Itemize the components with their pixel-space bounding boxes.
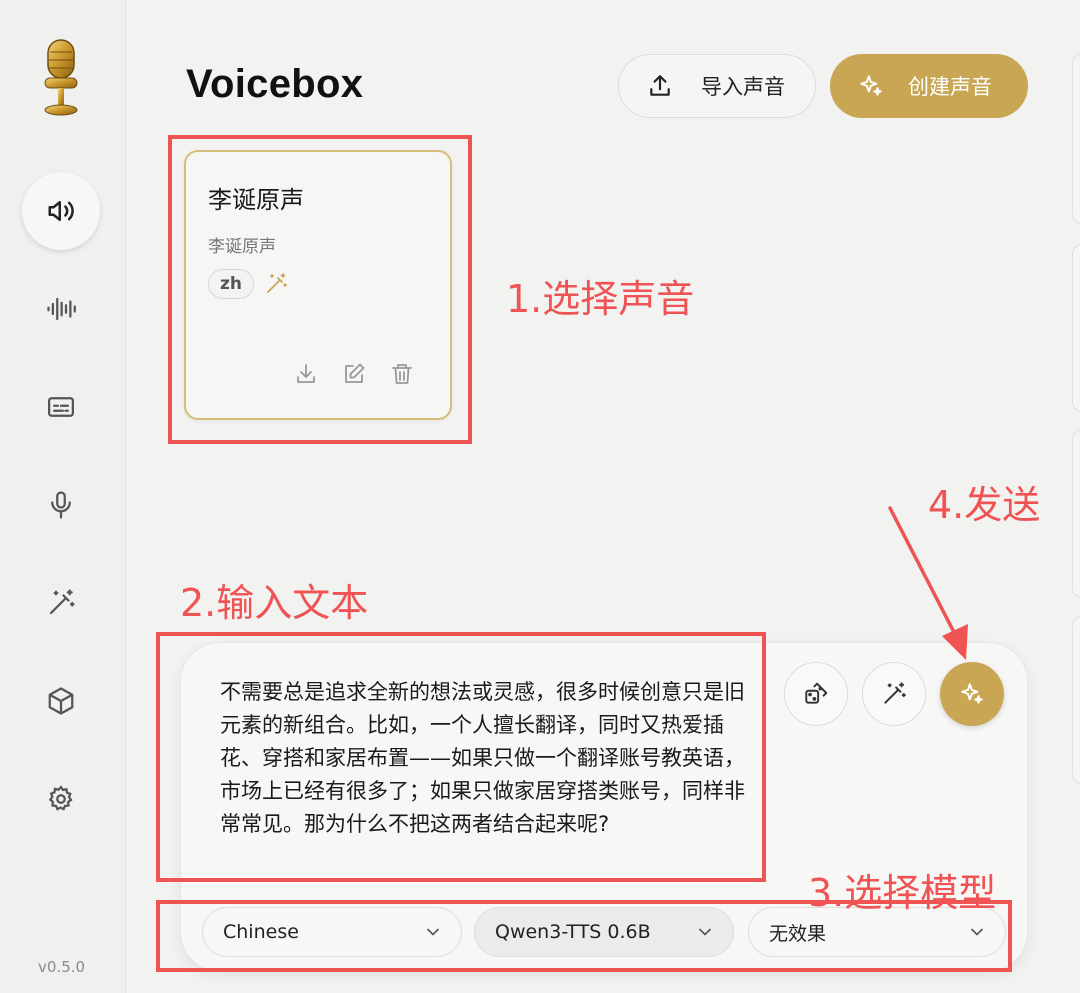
page-title: Voicebox (186, 62, 364, 106)
annotation-box-voice (168, 135, 472, 444)
dice-icon (805, 682, 828, 704)
sidebar-item-voices[interactable] (22, 172, 100, 250)
annotation-box-model (156, 900, 1012, 972)
microphone-logo (38, 38, 84, 118)
right-panel-edge (1072, 54, 1080, 224)
enhance-button[interactable] (862, 662, 926, 726)
speaker-icon (48, 201, 74, 221)
version-label: v0.5.0 (38, 958, 86, 976)
annotation-step2: 2.输入文本 (180, 581, 369, 625)
sidebar-item-audio[interactable] (22, 270, 100, 348)
sidebar-item-settings[interactable] (22, 760, 100, 838)
magic-wand-icon (884, 682, 906, 704)
annotation-step1: 1.选择声音 (506, 277, 695, 321)
right-panel-edge (1072, 430, 1080, 598)
sparkles-icon (961, 683, 983, 704)
captions-icon (48, 397, 74, 417)
sparkles-icon (860, 75, 882, 96)
sidebar-item-effects[interactable] (22, 564, 100, 642)
create-voice-button[interactable]: 创建声音 (830, 54, 1028, 118)
magic-wand-icon (49, 589, 75, 615)
upload-icon (650, 75, 670, 96)
dice-button[interactable] (784, 662, 848, 726)
sidebar-item-models[interactable] (22, 662, 100, 740)
right-panel-edge (1072, 244, 1080, 412)
cube-icon (48, 687, 74, 715)
create-voice-label: 创建声音 (908, 75, 992, 99)
waveform-icon (47, 297, 76, 321)
import-voice-button[interactable]: 导入声音 (618, 54, 816, 118)
import-voice-label: 导入声音 (701, 75, 785, 99)
annotation-box-text (156, 632, 766, 882)
microphone-icon (51, 491, 71, 519)
sidebar: v0.5.0 (0, 0, 126, 993)
annotation-arrow (888, 506, 968, 660)
generate-button[interactable] (940, 662, 1004, 726)
gear-icon (48, 785, 73, 811)
sidebar-item-record[interactable] (22, 466, 100, 544)
right-panel-edge (1072, 616, 1080, 784)
sidebar-item-captions[interactable] (22, 368, 100, 446)
